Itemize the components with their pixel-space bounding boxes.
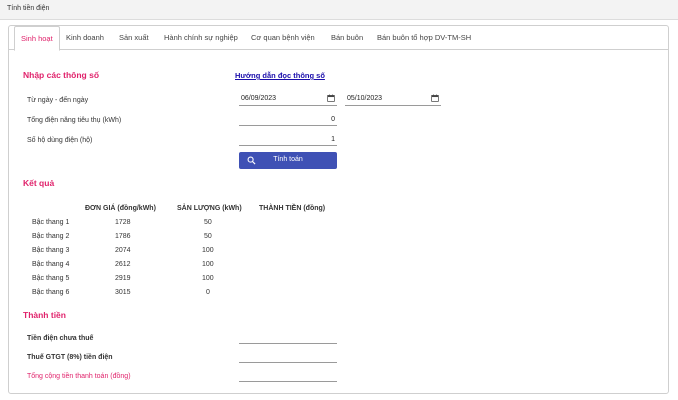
tier-label: Bậc thang 4	[32, 261, 70, 268]
tier-qty: 100	[202, 275, 214, 282]
calculator-panel: Sinh hoạt Kinh doanh Sản xuất Hành chính…	[8, 25, 669, 394]
tier-qty: 50	[204, 233, 212, 240]
tier-price: 2919	[115, 275, 131, 282]
grand-total-label: Tổng cộng tiền thanh toán (đồng)	[27, 373, 131, 380]
grand-total-output	[239, 370, 337, 382]
from-date-field[interactable]: 06/09/2023	[239, 94, 337, 106]
inputs-section-title: Nhập các thông số	[23, 70, 100, 80]
tab-hanh-chinh-su-nghiep[interactable]: Hành chính sự nghiệp	[164, 26, 238, 50]
tier-qty: 50	[204, 219, 212, 226]
tier-qty: 0	[206, 289, 210, 296]
tier-label: Bậc thang 1	[32, 219, 70, 226]
tier-price: 1728	[115, 219, 131, 226]
pre-tax-output	[239, 332, 337, 344]
pre-tax-label: Tiền điện chưa thuế	[27, 335, 94, 342]
tier-price: 2612	[115, 261, 131, 268]
results-section-title: Kết quả	[23, 178, 55, 188]
tier-qty: 100	[202, 247, 214, 254]
tab-kinh-doanh[interactable]: Kinh doanh	[66, 26, 104, 50]
tab-ban-buon-to-hop[interactable]: Bán buôn tổ hợp DV-TM-SH	[377, 26, 471, 50]
col-header-amount: THÀNH TIỀN (đồng)	[259, 205, 326, 212]
calculate-button[interactable]: Tính toán	[239, 152, 337, 169]
tab-san-xuat[interactable]: Sản xuất	[119, 26, 149, 50]
consumption-label: Tổng điện năng tiêu thụ (kWh)	[27, 117, 122, 124]
tier-label: Bậc thang 6	[32, 289, 70, 296]
households-label: Số hộ dùng điện (hộ)	[27, 137, 93, 144]
to-date-value: 05/10/2023	[347, 95, 383, 102]
tier-price: 3015	[115, 289, 131, 296]
tab-co-quan-benh-vien[interactable]: Cơ quan bệnh viện	[251, 26, 315, 50]
calculate-button-label: Tính toán	[273, 156, 303, 163]
calendar-icon[interactable]	[431, 94, 439, 102]
window-title: Tính tiền điện	[7, 5, 50, 12]
tier-price: 2074	[115, 247, 131, 254]
date-range-label: Từ ngày - đến ngày	[27, 97, 89, 104]
tier-label: Bậc thang 2	[32, 233, 70, 240]
tier-label: Bậc thang 3	[32, 247, 70, 254]
guide-link[interactable]: Hướng dẫn đọc thông số	[235, 71, 325, 80]
tier-qty: 100	[202, 261, 214, 268]
vat-output	[239, 351, 337, 363]
calendar-icon[interactable]	[327, 94, 335, 102]
tier-label: Bậc thang 5	[32, 275, 70, 282]
window-titlebar: Tính tiền điện	[0, 0, 678, 20]
consumption-input[interactable]	[239, 114, 337, 126]
vat-label: Thuế GTGT (8%) tiền điện	[27, 354, 113, 361]
tab-bar: Sinh hoạt Kinh doanh Sản xuất Hành chính…	[9, 26, 668, 51]
col-header-qty: SẢN LƯỢNG (kWh)	[177, 205, 242, 212]
tab-ban-buon[interactable]: Bán buôn	[331, 26, 363, 50]
from-date-value: 06/09/2023	[241, 95, 277, 102]
households-input[interactable]	[239, 134, 337, 146]
tier-price: 1786	[115, 233, 131, 240]
totals-section-title: Thành tiền	[23, 310, 66, 320]
to-date-field[interactable]: 05/10/2023	[345, 94, 441, 106]
col-header-price: ĐƠN GIÁ (đồng/kWh)	[85, 205, 156, 212]
tab-sinh-hoat[interactable]: Sinh hoạt	[14, 26, 60, 51]
